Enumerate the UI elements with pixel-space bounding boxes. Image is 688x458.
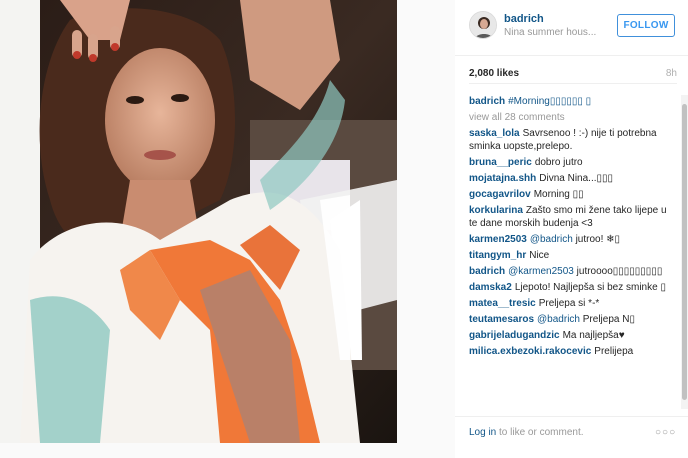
login-link[interactable]: Log in [469,427,496,438]
comment-username[interactable]: bruna__peric [469,157,532,168]
comment-username[interactable]: karmen2503 [469,234,527,245]
comment-item: titangym_hr Nice [469,249,677,262]
avatar[interactable] [469,11,497,39]
selfie-image [0,0,397,443]
follow-button[interactable]: FOLLOW [617,14,675,37]
comment-mention[interactable]: @badrich [537,314,580,325]
comment-text: Divna Nina...▯▯▯ [539,173,614,184]
comment-item: damska2 Ljepoto! Najljepša si bez sminke … [469,281,677,294]
comment-text: Nice [529,250,550,261]
comment-mention[interactable]: @karmen2503 [508,266,574,277]
view-all-comments-link[interactable]: view all 28 comments [469,111,677,124]
comment-item: gocagavrilov Morning ▯▯ [469,188,677,201]
comment-username[interactable]: milica.exbezoki.rakocevic [469,346,591,357]
comment-username[interactable]: gabrijeladugandzic [469,330,560,341]
comment-text: jutroooo▯▯▯▯▯▯▯▯▯ [576,266,663,277]
location-link[interactable]: Nina summer hous... [504,27,604,38]
comment-username[interactable]: badrich [469,266,505,277]
comments-scrollbar-thumb[interactable] [682,104,687,400]
comment-text: jutroo! ❄▯ [575,234,621,245]
comment-text: dobro jutro [534,157,583,168]
likes-row: 2,080 likes 8h [469,66,677,84]
comment-item: milica.exbezoki.rakocevic Prelijepa [469,345,677,358]
comment-mention[interactable]: @badrich [530,234,573,245]
comment-item: saska_lola Savrsenoo ! :-) nije ti potreb… [469,127,677,153]
comment-text: Prelijepa [594,346,634,357]
comment-username[interactable]: korkularina [469,205,523,216]
comment-username[interactable]: gocagavrilov [469,189,531,200]
login-prompt: Log in to like or comment. [469,427,584,438]
comment-username[interactable]: titangym_hr [469,250,526,261]
comment-item: mojatajna.shh Divna Nina...▯▯▯ [469,172,677,185]
comment-item: gabrijeladugandzic Ma najljepša♥ [469,329,677,342]
time-ago: 8h [665,68,677,79]
caption-text[interactable]: #Morning▯▯▯▯▯▯ ▯ [508,96,591,107]
owner-username[interactable]: badrich [504,13,544,25]
comment-item: bruna__peric dobro jutro [469,156,677,169]
post-photo[interactable] [0,0,397,443]
caption-username[interactable]: badrich [469,96,505,107]
comment-username[interactable]: teutamesaros [469,314,534,325]
comments-list[interactable]: badrich #Morning▯▯▯▯▯▯ ▯ view all 28 comm… [469,95,677,409]
comment-username[interactable]: matea__tresic [469,298,536,309]
likes-count[interactable]: 2,080 likes [469,68,519,79]
comment-item: karmen2503 @badrich jutroo! ❄▯ [469,233,677,246]
comment-item: korkularina Zašto smo mi žene tako lijepe… [469,204,677,230]
comment-text: Preljepa si *-* [538,298,600,309]
comment-text: Ma najljepša♥ [562,330,625,341]
comment-item: badrich @karmen2503 jutroooo▯▯▯▯▯▯▯▯▯ [469,265,677,278]
comment-item: matea__tresic Preljepa si *-* [469,297,677,310]
login-prompt-text: to like or comment. [496,427,584,438]
comment-text: Ljepoto! Najljepša si bez sminke ▯ [514,282,666,293]
comment-text: Preljepa N▯ [582,314,635,325]
comment-username[interactable]: saska_lola [469,128,520,139]
more-options-icon[interactable]: ○○○ [655,427,676,438]
comment-username[interactable]: damska2 [469,282,512,293]
caption: badrich #Morning▯▯▯▯▯▯ ▯ [469,95,677,108]
comment-text: Morning ▯▯ [533,189,584,200]
comment-username[interactable]: mojatajna.shh [469,173,536,184]
comment-item: teutamesaros @badrich Preljepa N▯ [469,313,677,326]
post-header: badrich Nina summer hous... FOLLOW [455,0,688,56]
post-footer: Log in to like or comment. ○○○ [455,416,688,458]
